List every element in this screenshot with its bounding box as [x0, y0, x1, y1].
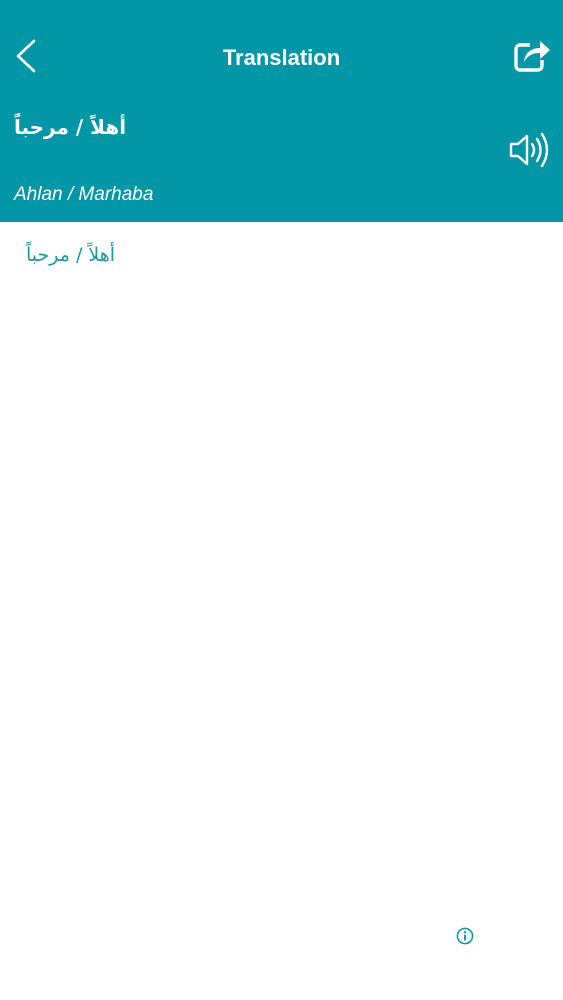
- phrase-transliteration: Ahlan / Marhaba: [14, 184, 154, 205]
- speaker-button[interactable]: [507, 128, 553, 172]
- info-icon: [456, 927, 474, 945]
- translation-text: أهلاً / مرحباً: [26, 244, 116, 266]
- header-bar: Translation أهلاً / مرحباً Ahlan / Marha…: [0, 0, 563, 222]
- phrase-arabic: أهلاً / مرحباً: [14, 115, 127, 139]
- info-button[interactable]: [455, 926, 475, 946]
- share-icon: [514, 41, 550, 72]
- speaker-icon: [509, 132, 549, 168]
- share-button[interactable]: [509, 32, 555, 78]
- page-title: Translation: [222, 45, 341, 70]
